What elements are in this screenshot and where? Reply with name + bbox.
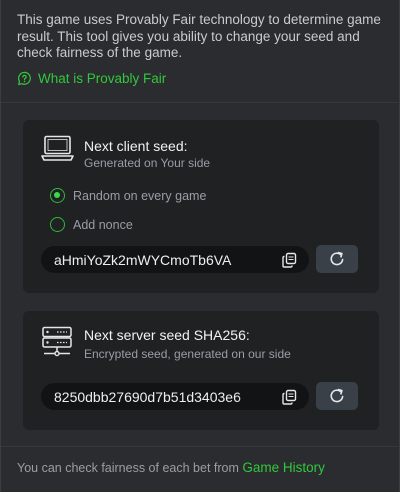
server-seed-title: Next server seed SHA256:: [84, 327, 250, 343]
server-icon: [42, 326, 72, 357]
what-is-provably-fair-link[interactable]: What is Provably Fair: [17, 69, 166, 87]
intro-text: This game uses Provably Fair technology …: [17, 12, 381, 60]
footer-text: You can check fairness of each bet from: [17, 461, 243, 475]
radio-button-unchecked[interactable]: [50, 217, 65, 232]
client-seed-field[interactable]: aHmiYoZk2mWYCmoTb6VA: [41, 246, 309, 273]
radio-random-every-game[interactable]: Random on every game: [50, 187, 206, 204]
divider: [1, 446, 400, 447]
chat-question-icon: [18, 71, 31, 85]
server-seed-value[interactable]: 8250dbb27690d7b51d3403e6: [54, 389, 262, 405]
radio-add-nonce-label: Add nonce: [73, 217, 133, 232]
refresh-client-seed-button[interactable]: [316, 245, 358, 273]
refresh-icon: [330, 251, 344, 266]
game-history-link[interactable]: Game History: [242, 460, 325, 475]
footer-note: You can check fairness of each bet from …: [17, 460, 325, 475]
provably-fair-panel: This game uses Provably Fair technology …: [0, 0, 400, 492]
client-seed-subtitle: Generated on Your side: [84, 156, 211, 170]
divider: [1, 102, 400, 103]
server-seed-field[interactable]: 8250dbb27690d7b51d3403e6: [41, 383, 309, 410]
radio-button-checked[interactable]: [50, 188, 65, 203]
client-seed-card: Next client seed: Generated on Your side…: [23, 120, 379, 293]
copy-icon: [282, 252, 297, 268]
refresh-icon: [330, 388, 344, 403]
server-seed-subtitle: Encrypted seed, generated on our side: [84, 347, 291, 361]
copy-client-seed-button[interactable]: [279, 250, 299, 269]
server-seed-card: Next server seed SHA256: Encrypted seed,…: [23, 311, 379, 430]
radio-add-nonce[interactable]: Add nonce: [50, 216, 133, 233]
client-seed-title: Next client seed:: [84, 138, 188, 154]
copy-icon: [282, 389, 297, 405]
copy-server-seed-button[interactable]: [279, 387, 299, 406]
client-seed-value[interactable]: aHmiYoZk2mWYCmoTb6VA: [54, 252, 262, 268]
laptop-icon: [41, 135, 74, 161]
refresh-server-seed-button[interactable]: [316, 382, 358, 410]
radio-random-label: Random on every game: [73, 188, 207, 203]
what-is-provably-fair-label: What is Provably Fair: [38, 70, 167, 86]
